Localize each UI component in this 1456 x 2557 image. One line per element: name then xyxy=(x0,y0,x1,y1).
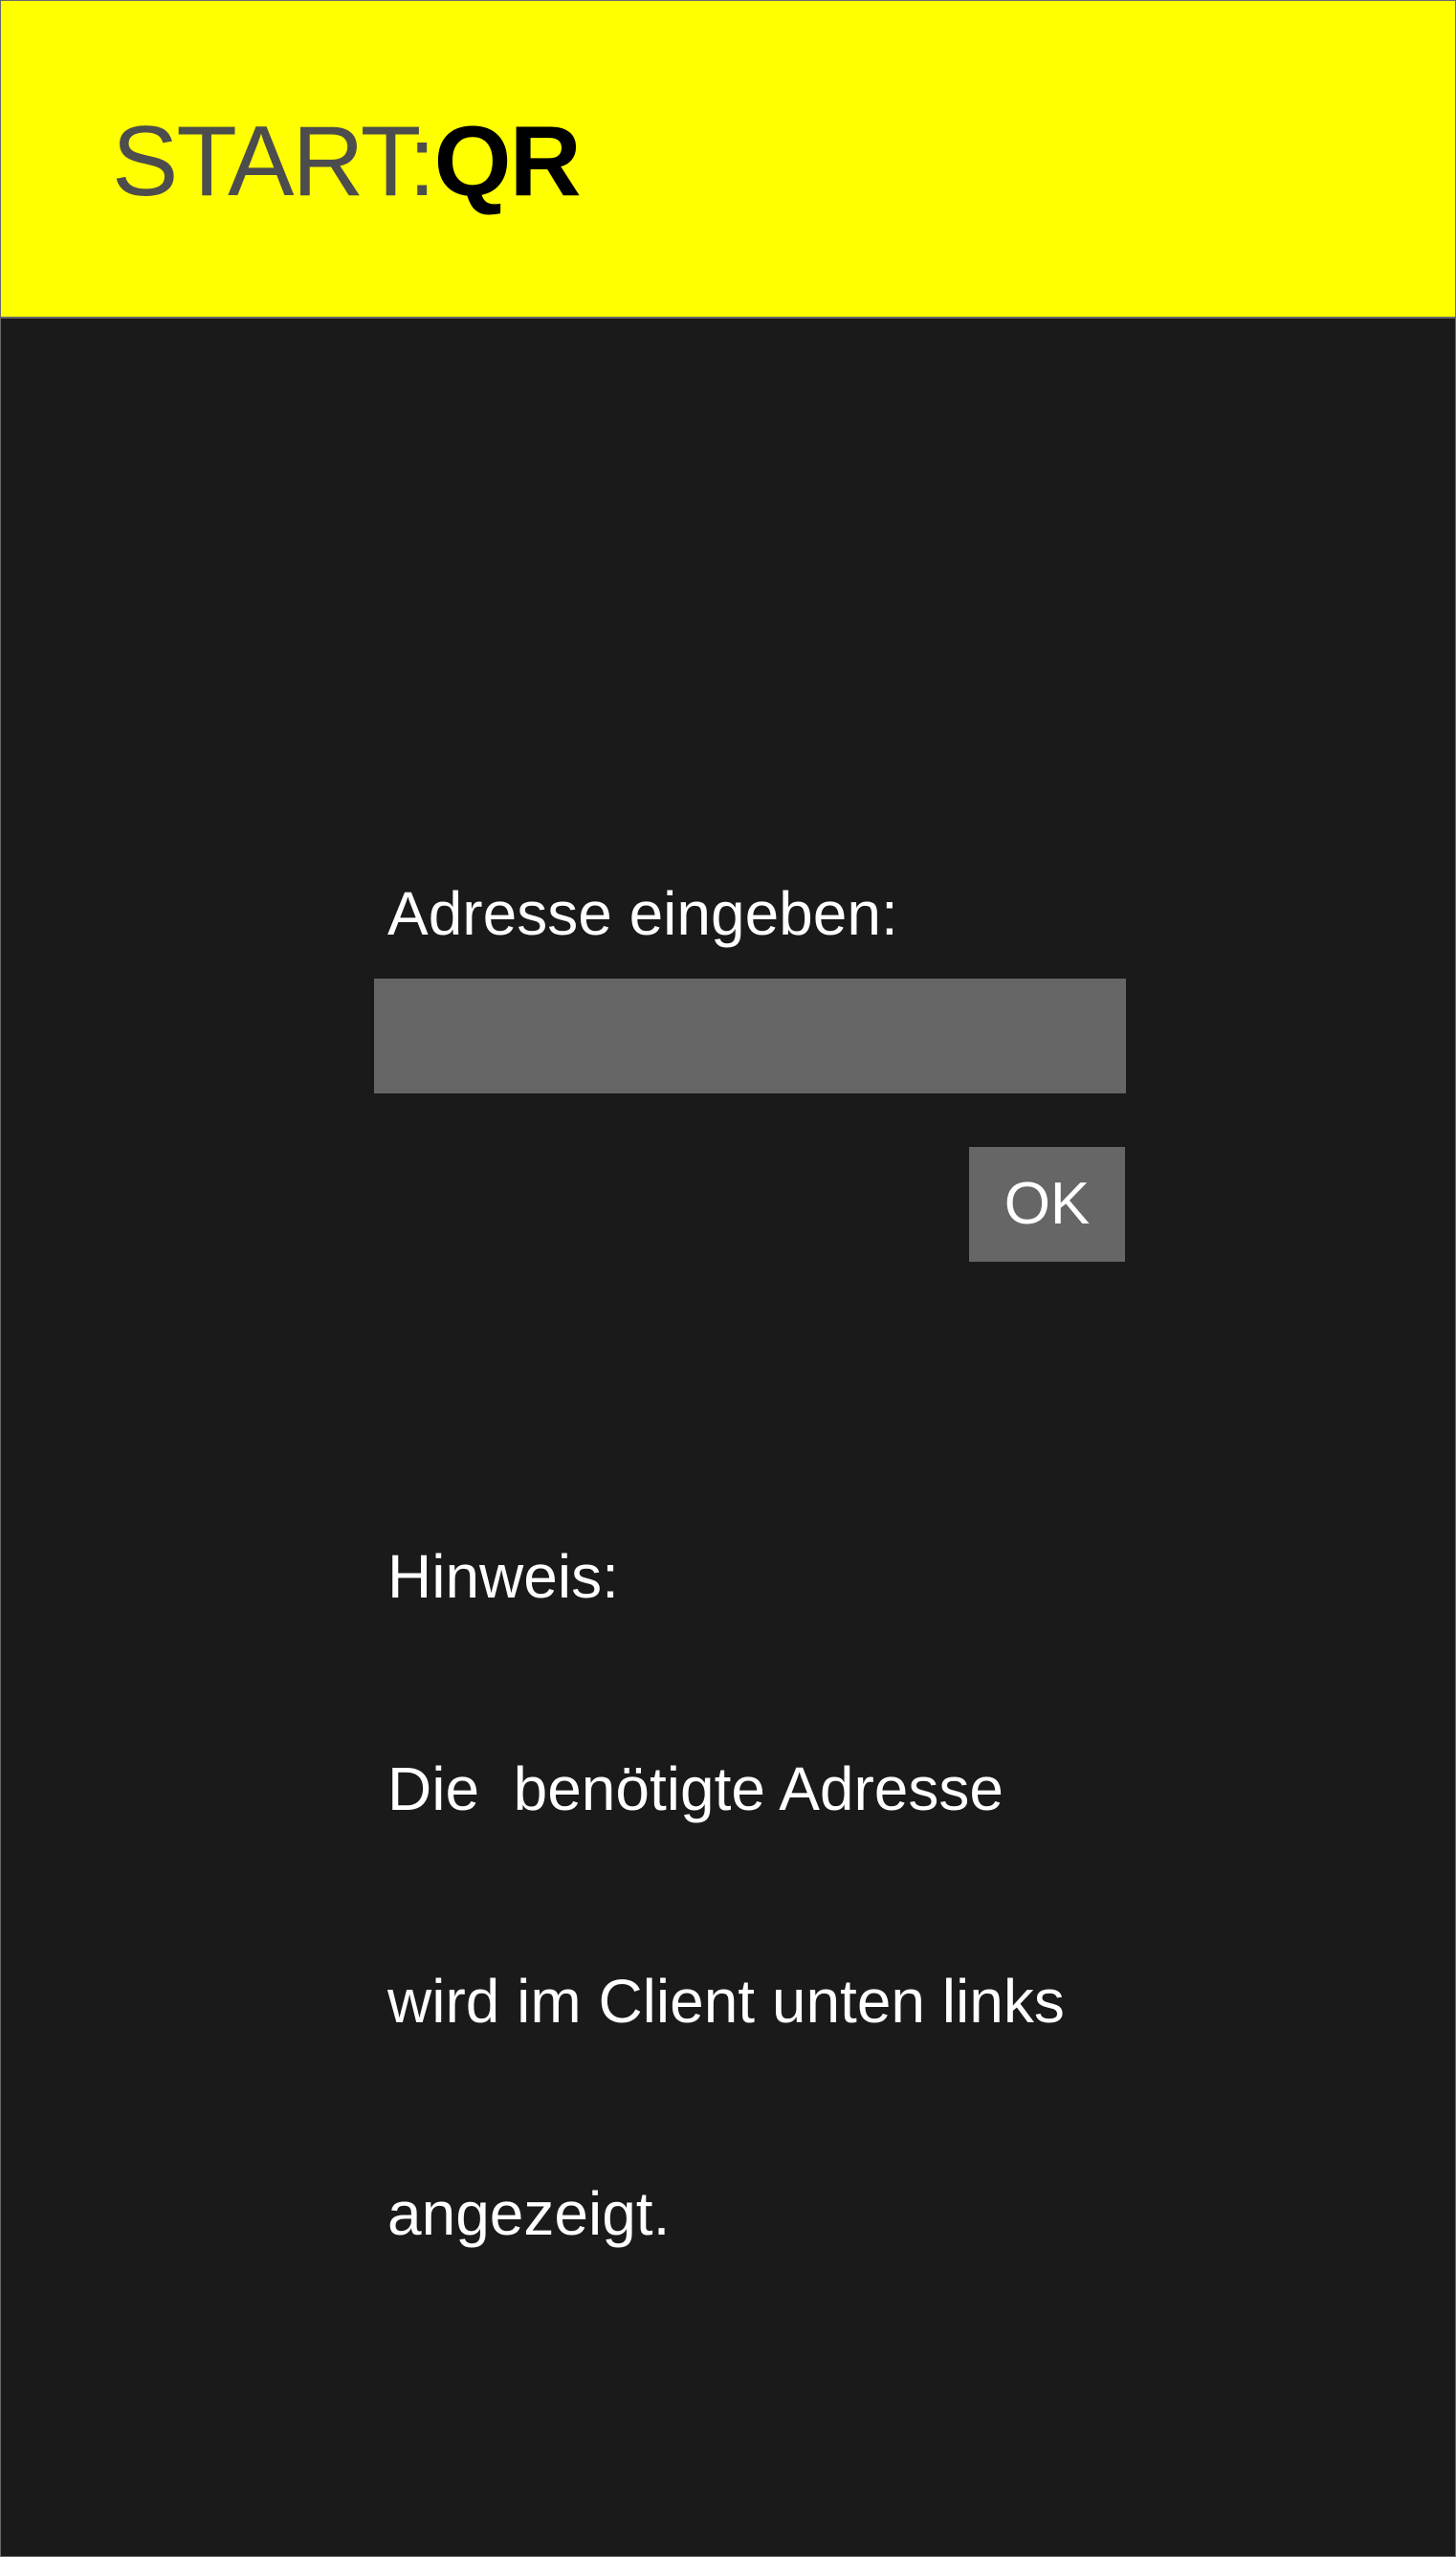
address-input[interactable] xyxy=(374,979,1126,1093)
app-logo-qr: QR xyxy=(433,106,582,217)
hint-title: Hinweis: xyxy=(387,1542,619,1611)
app-logo-start: START: xyxy=(112,106,436,217)
address-label: Adresse eingeben: xyxy=(387,879,898,948)
hint-line: angezeigt. xyxy=(387,2179,671,2248)
header-bar: START:QR xyxy=(1,1,1455,319)
ok-button[interactable]: OK xyxy=(969,1147,1125,1262)
hint-text: Hinweis: Die benötigte Adresse wird im C… xyxy=(387,1400,1065,2391)
hint-line: wird im Client unten links xyxy=(387,1967,1065,2036)
hint-line: Die benötigte Adresse xyxy=(387,1754,1004,1823)
app-screen: START:QR Adresse eingeben: OK Hinweis: D… xyxy=(0,0,1456,2557)
app-logo: START:QR xyxy=(112,104,582,219)
